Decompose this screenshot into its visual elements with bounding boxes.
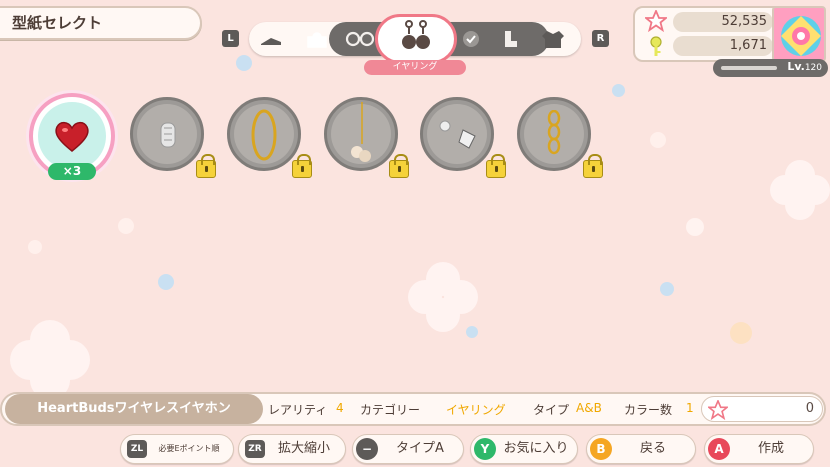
item-name: HeartBudsワイヤレスイヤホン: [5, 394, 263, 424]
create-label: 作成: [757, 441, 784, 456]
bg-dot: [650, 132, 666, 148]
color-count-value: 1: [686, 401, 694, 415]
earring-icon: [402, 20, 430, 49]
lock-icon: [389, 154, 409, 178]
zr-key-icon: ZR: [245, 440, 265, 458]
gold-hoop-icon: [251, 109, 277, 161]
sort-button[interactable]: ZL 必要Eポイント順: [120, 434, 234, 464]
tab-earring[interactable]: [375, 14, 457, 64]
key-icon: [650, 36, 662, 56]
shirt-icon[interactable]: [541, 29, 565, 49]
item-count-badge: ×3: [48, 163, 96, 180]
a-key-icon: A: [708, 438, 730, 460]
item-slot[interactable]: [517, 97, 591, 171]
bg-dot: [730, 322, 752, 344]
rarity-label: レアリティ: [268, 403, 328, 417]
avatar[interactable]: [772, 6, 826, 62]
bg-dot: [612, 84, 625, 97]
sort-label: 必要Eポイント順: [158, 444, 220, 453]
item-slot[interactable]: [130, 97, 204, 171]
b-key-icon: B: [590, 438, 612, 460]
shoes-icon[interactable]: [259, 29, 283, 49]
key-count: 1,671: [673, 36, 773, 56]
bg-cloud: [770, 160, 830, 220]
shoulder-l-button[interactable]: L: [222, 30, 239, 47]
page-title: 型紙セレクト: [0, 6, 202, 40]
heart-earring-icon: [55, 121, 89, 152]
lock-icon: [292, 154, 312, 178]
gold-chain-icon: [547, 110, 561, 155]
bg-cloud: [10, 320, 90, 400]
minus-key-icon: −: [356, 438, 378, 460]
points-box: 0: [701, 396, 823, 422]
bag-icon[interactable]: [305, 29, 329, 49]
type-label: タイプA: [396, 441, 444, 456]
favorite-label: お気に入り: [503, 441, 569, 456]
color-count-label: カラー数: [624, 403, 673, 417]
create-button[interactable]: A 作成: [704, 434, 814, 464]
silver-cuff-icon: [160, 122, 176, 148]
level-prefix: Lv.: [787, 60, 805, 73]
category-value: イヤリング: [446, 403, 506, 417]
zoom-button[interactable]: ZR 拡大縮小: [238, 434, 346, 464]
type-button[interactable]: − タイプA: [352, 434, 464, 464]
item-slot[interactable]: [324, 97, 398, 171]
type-label: タイプ: [533, 403, 570, 417]
type-value: A&B: [576, 401, 602, 415]
star-icon: [708, 400, 728, 420]
pearl-drop-icon: [351, 102, 371, 162]
bg-cloud: [408, 262, 478, 332]
rarity-value: 4: [336, 401, 344, 415]
zl-key-icon: ZL: [127, 440, 147, 458]
bg-dot: [28, 240, 42, 254]
level-value: 120: [804, 63, 822, 73]
item-slot[interactable]: [420, 97, 494, 171]
level-bar: Lv.120: [713, 59, 828, 77]
lock-icon: [196, 154, 216, 178]
bg-dot: [118, 218, 134, 234]
bg-dot: [236, 55, 252, 71]
boots-icon[interactable]: [501, 29, 525, 49]
lock-icon: [486, 154, 506, 178]
bg-dot: [660, 282, 674, 296]
level-gauge: [721, 66, 777, 70]
zoom-label: 拡大縮小: [277, 441, 330, 456]
bg-dot: [158, 274, 174, 290]
star-count: 52,535: [673, 12, 773, 32]
shoulder-r-button[interactable]: R: [592, 30, 609, 47]
glasses-icon[interactable]: [345, 29, 375, 49]
category-label: カテゴリー: [360, 403, 421, 417]
item-slot[interactable]: [227, 97, 301, 171]
star-icon: [645, 10, 667, 32]
points-value: 0: [805, 401, 814, 416]
y-key-icon: Y: [474, 438, 496, 460]
check-icon[interactable]: [459, 29, 483, 49]
lock-icon: [583, 154, 603, 178]
selected-tab-label: イヤリング: [364, 60, 466, 75]
crystal-stud-icon: [439, 120, 476, 149]
bg-dot: [686, 218, 704, 236]
back-button[interactable]: B 戻る: [586, 434, 696, 464]
back-label: 戻る: [639, 441, 666, 456]
favorite-button[interactable]: Y お気に入り: [470, 434, 578, 464]
